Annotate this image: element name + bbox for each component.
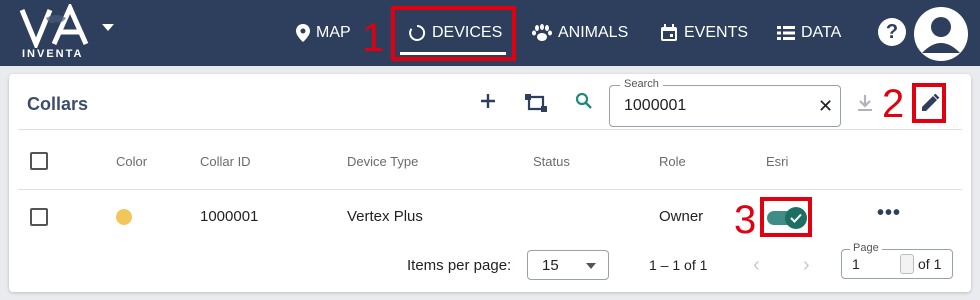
items-per-page-select[interactable]: 15 xyxy=(527,250,609,280)
row-divider xyxy=(18,189,962,190)
paw-icon xyxy=(532,24,552,41)
assign-swap-icon[interactable] xyxy=(523,92,549,114)
row-select-checkbox[interactable] xyxy=(30,208,48,226)
logo-menu-caret-icon[interactable] xyxy=(102,24,114,31)
annotation-box-esri-toggle xyxy=(760,197,812,237)
cell-device-type: Vertex Plus xyxy=(347,208,423,225)
header-divider xyxy=(18,129,962,130)
clear-search-icon[interactable]: ✕ xyxy=(818,96,833,116)
list-table-icon xyxy=(777,26,795,40)
annotation-number-2: 2 xyxy=(882,82,905,126)
col-header-device-type[interactable]: Device Type xyxy=(347,154,418,169)
color-swatch xyxy=(116,209,132,225)
nav-map[interactable]: MAP xyxy=(296,0,351,66)
search-icon[interactable] xyxy=(575,92,593,110)
annotation-number-3: 3 xyxy=(734,198,757,242)
inventa-logo[interactable]: INVENTA xyxy=(16,4,96,62)
col-header-status[interactable]: Status xyxy=(533,154,570,169)
nav-animals[interactable]: ANIMALS xyxy=(532,0,628,66)
nav-events-label: EVENTS xyxy=(684,24,749,41)
col-header-color[interactable]: Color xyxy=(116,154,147,169)
user-avatar[interactable] xyxy=(914,7,968,61)
add-icon[interactable] xyxy=(479,92,497,110)
download-icon[interactable] xyxy=(857,94,873,112)
page-number-field[interactable]: Page of 1 xyxy=(841,242,953,279)
user-silhouette-icon xyxy=(922,17,960,53)
nav-data[interactable]: DATA xyxy=(777,0,841,66)
search-field[interactable]: Search ✕ xyxy=(609,78,841,127)
annotation-box-edit xyxy=(912,83,946,123)
page-of-total: of 1 xyxy=(918,256,942,272)
next-page-icon[interactable]: › xyxy=(803,254,810,277)
pagination-range: 1 – 1 of 1 xyxy=(649,257,708,273)
annotation-box-devices xyxy=(391,6,516,61)
nav-animals-label: ANIMALS xyxy=(558,24,629,41)
cell-collar-id: 1000001 xyxy=(200,208,259,225)
chevron-down-icon xyxy=(586,263,596,269)
logo-text: INVENTA xyxy=(22,48,84,60)
nav-map-label: MAP xyxy=(316,24,351,41)
logo-mark-icon xyxy=(19,4,89,48)
annotation-number-1: 1 xyxy=(362,16,385,60)
page-label: Page xyxy=(850,242,882,254)
search-label: Search xyxy=(620,78,663,90)
page-input[interactable] xyxy=(852,256,902,272)
map-pin-icon xyxy=(296,24,310,42)
calendar-icon xyxy=(661,24,677,41)
card-title: Collars xyxy=(27,94,89,114)
previous-page-icon[interactable]: ‹ xyxy=(753,254,760,277)
collars-card: Collars Search ✕ Color Collar ID Device … xyxy=(9,74,971,292)
cell-role: Owner xyxy=(659,208,704,225)
page-spinner-icon[interactable] xyxy=(900,254,914,274)
row-more-actions-icon[interactable]: ••• xyxy=(877,202,901,225)
search-input[interactable] xyxy=(624,96,814,116)
select-all-checkbox[interactable] xyxy=(30,152,48,170)
items-per-page-label: Items per page: xyxy=(407,257,512,274)
nav-events[interactable]: EVENTS xyxy=(660,0,748,66)
nav-data-label: DATA xyxy=(801,24,842,41)
col-header-collar-id[interactable]: Collar ID xyxy=(200,154,251,169)
help-icon[interactable]: ? xyxy=(878,18,906,46)
items-per-page-value: 15 xyxy=(542,257,559,274)
col-header-esri[interactable]: Esri xyxy=(766,154,788,169)
col-header-role[interactable]: Role xyxy=(659,154,686,169)
